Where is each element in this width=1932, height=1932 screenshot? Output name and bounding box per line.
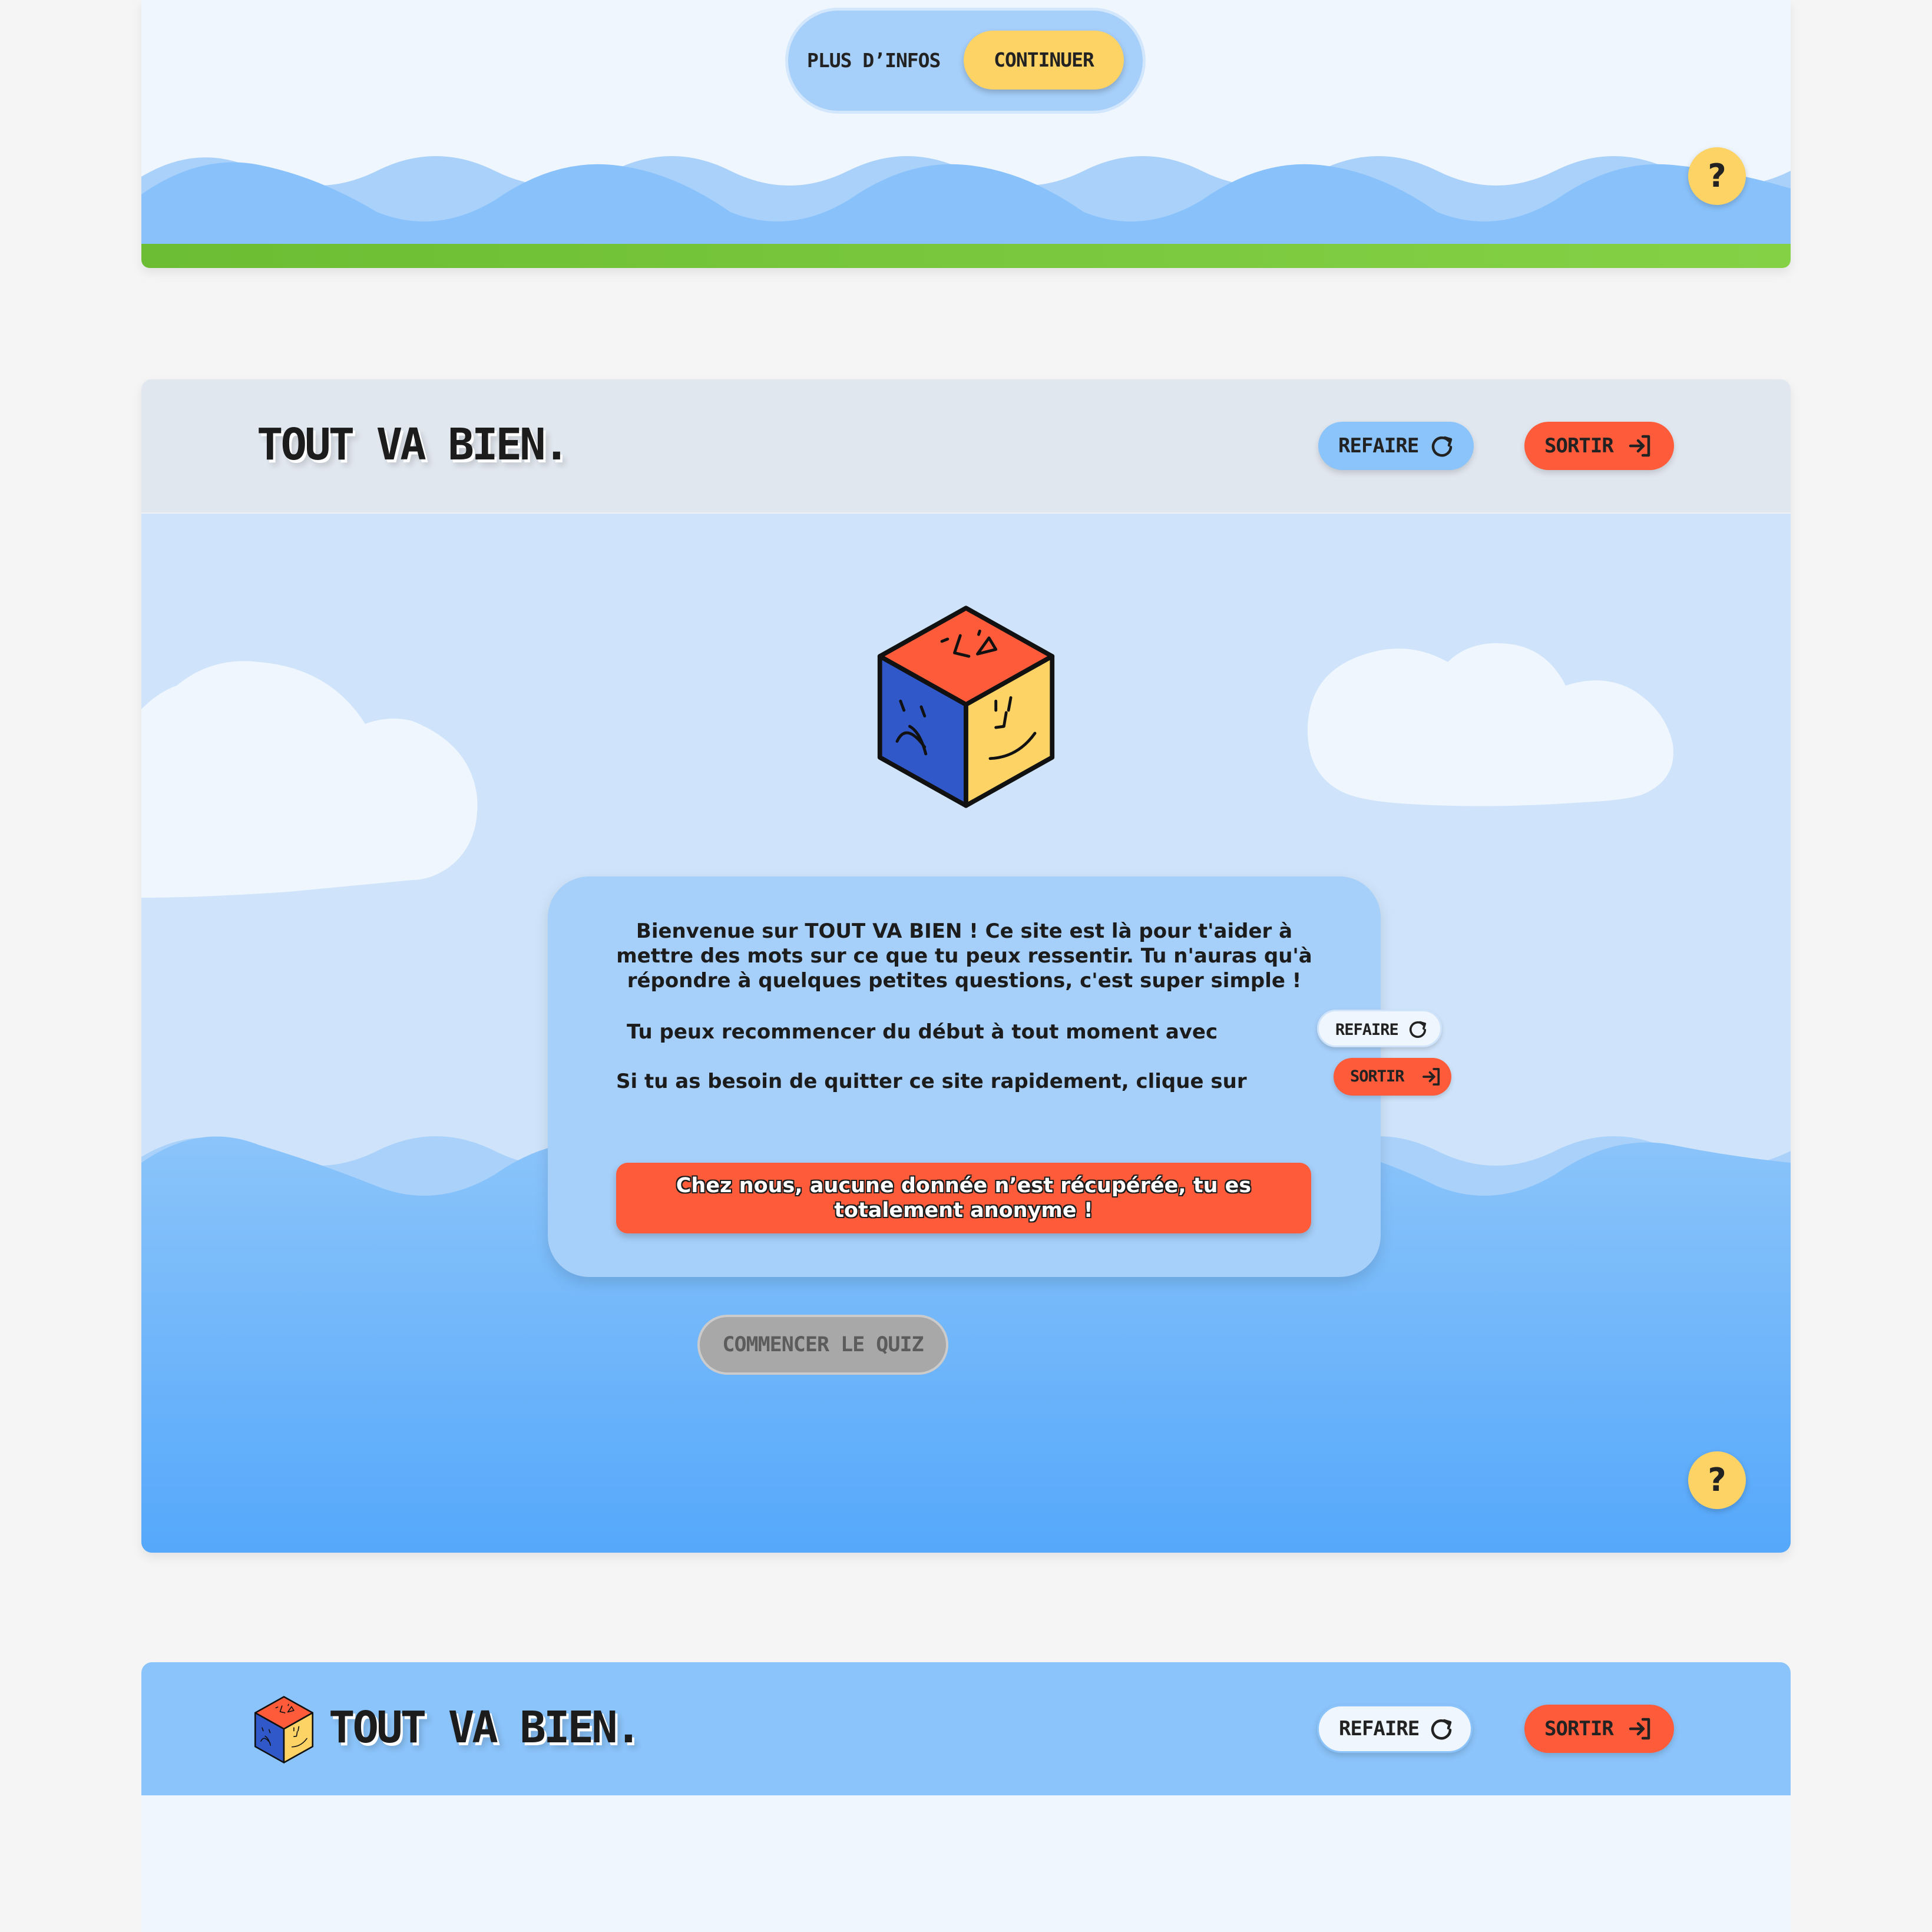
next-screen-panel: TOUT VA BIEN. REFAIRE SORTIR xyxy=(141,1662,1791,1932)
cloud-shape xyxy=(141,661,478,898)
anonymous-notice: Chez nous, aucune donnée n’est récupérée… xyxy=(616,1163,1311,1233)
progress-bar xyxy=(141,244,1791,268)
sortir-label: SORTIR xyxy=(1544,434,1614,458)
inline-sortir-button[interactable]: SORTIR xyxy=(1334,1058,1451,1096)
more-info-button[interactable]: PLUS D’INFOS xyxy=(807,11,941,111)
refaire-button[interactable]: REFAIRE xyxy=(1318,422,1474,470)
refresh-icon xyxy=(1428,1716,1454,1742)
inline-refaire-button[interactable]: REFAIRE xyxy=(1317,1010,1442,1047)
refaire-label: REFAIRE xyxy=(1339,1717,1420,1741)
previous-screen-panel: PLUS D’INFOS CONTINUER ? xyxy=(141,0,1791,268)
wave-shape xyxy=(141,156,1791,245)
start-quiz-button[interactable]: COMMENCER LE QUIZ xyxy=(697,1315,948,1375)
action-pill-group: PLUS D’INFOS CONTINUER xyxy=(788,11,1143,111)
exit-icon xyxy=(1627,1716,1653,1742)
exit-icon xyxy=(1627,433,1653,459)
intro-text: Bienvenue sur TOUT VA BIEN ! Ce site est… xyxy=(616,919,1312,993)
app-header: TOUT VA BIEN. REFAIRE SORTIR xyxy=(141,1662,1791,1795)
logo-text: TOUT VA BIEN. xyxy=(329,1702,641,1753)
welcome-card: Bienvenue sur TOUT VA BIEN ! Ce site est… xyxy=(548,876,1451,1277)
logo-text: TOUT VA BIEN. xyxy=(257,419,570,470)
sortir-label: SORTIR xyxy=(1544,1717,1614,1741)
sortir-button[interactable]: SORTIR xyxy=(1524,1705,1674,1753)
exit-hint: Si tu as besoin de quitter ce site rapid… xyxy=(616,1070,1247,1093)
continue-label: CONTINUER xyxy=(994,48,1094,71)
inline-sortir-label: SORTIR xyxy=(1350,1067,1405,1086)
continue-button[interactable]: CONTINUER xyxy=(964,31,1124,90)
app-header: TOUT VA BIEN. REFAIRE SORTIR xyxy=(141,379,1791,514)
sortir-button[interactable]: SORTIR xyxy=(1524,422,1674,470)
inline-refaire-label: REFAIRE xyxy=(1335,1021,1399,1039)
refresh-icon xyxy=(1407,1018,1428,1040)
refaire-label: REFAIRE xyxy=(1338,434,1419,458)
exit-icon xyxy=(1421,1066,1442,1087)
restart-hint: Tu peux recommencer du début à tout mome… xyxy=(627,1020,1218,1044)
start-quiz-label: COMMENCER LE QUIZ xyxy=(722,1333,924,1357)
cube-logo-icon xyxy=(253,1695,315,1764)
help-button[interactable]: ? xyxy=(1688,147,1746,205)
cube-logo-icon xyxy=(874,603,1058,810)
welcome-screen-panel: TOUT VA BIEN. REFAIRE SORTIR Bienvenue s… xyxy=(141,379,1791,1553)
refaire-button[interactable]: REFAIRE xyxy=(1317,1705,1473,1753)
refresh-icon xyxy=(1429,433,1455,459)
help-button[interactable]: ? xyxy=(1688,1451,1746,1509)
cloud-shape xyxy=(1307,643,1673,806)
